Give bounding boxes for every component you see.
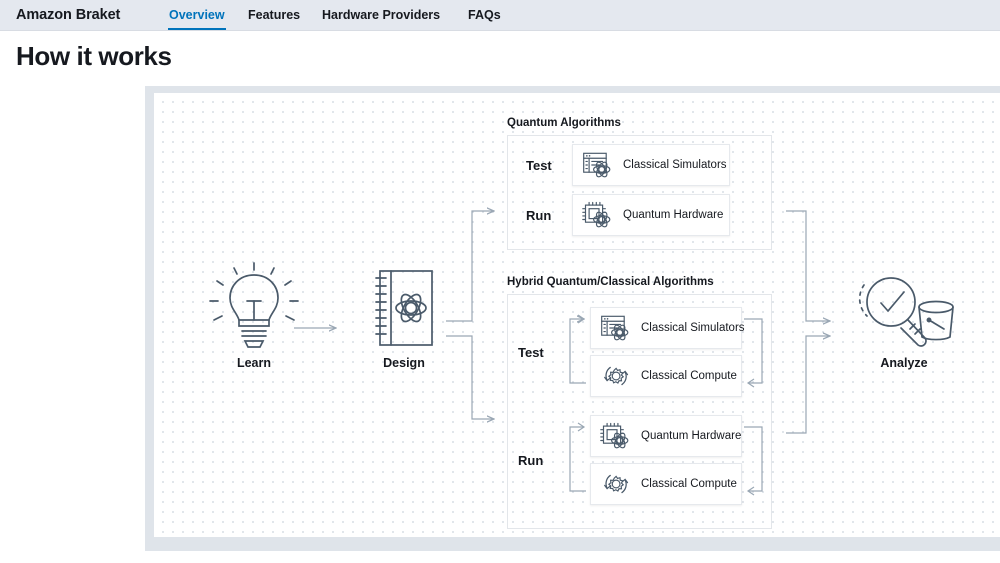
card-label: Quantum Hardware [623, 209, 724, 221]
notebook-atom-icon [375, 270, 433, 346]
card-stack-hybrid-run: Quantum Hardware Classical Compute [590, 415, 742, 505]
card-stack-hybrid-test: Classical Simulators Classical Compute [590, 307, 745, 397]
page-title: How it works [16, 41, 172, 71]
card-quantum-hardware[interactable]: Quantum Hardware [590, 415, 742, 457]
phase-row-quantum-run: Run Quantum Hardware [526, 194, 730, 236]
card-label: Quantum Hardware [641, 430, 742, 442]
stage-label-design: Design [383, 356, 425, 370]
group-box-quantum: Test Classical Simulators Run Quantum Ha… [507, 135, 772, 250]
loop-arrow-run-right [742, 415, 772, 505]
browser-atom-icon [601, 315, 629, 341]
card-classical-compute[interactable]: Classical Compute [590, 355, 742, 397]
phase-label-run: Run [518, 452, 544, 468]
stage-design: Design [344, 265, 464, 370]
card-stack-quantum-test: Classical Simulators [572, 144, 730, 186]
diagram-canvas: Learn Design Analyze Quantum Algorithms … [154, 93, 1000, 537]
phase-label-test: Test [526, 157, 552, 173]
stage-label-analyze: Analyze [880, 356, 928, 370]
card-classical-compute[interactable]: Classical Compute [590, 463, 742, 505]
browser-atom-icon [583, 152, 611, 178]
loop-arrow-test-left [564, 307, 590, 397]
gear-refresh-icon [604, 474, 629, 494]
group-quantum-algorithms: Quantum Algorithms Test Classical Simula… [507, 117, 772, 250]
nav-tab-features[interactable]: Features [248, 8, 300, 22]
nav-tab-hardware-providers[interactable]: Hardware Providers [322, 8, 440, 22]
group-box-hybrid: Test Classical Simulators Classical Comp… [507, 294, 772, 529]
card-quantum-hardware[interactable]: Quantum Hardware [572, 194, 730, 236]
phase-label-run: Run [526, 207, 552, 223]
how-it-works-diagram-frame: Learn Design Analyze Quantum Algorithms … [145, 86, 1000, 551]
phase-label-test: Test [518, 344, 544, 360]
card-label: Classical Compute [641, 370, 737, 382]
card-label: Classical Simulators [641, 322, 745, 334]
card-classical-simulators[interactable]: Classical Simulators [572, 144, 730, 186]
loop-arrow-run-left [564, 415, 590, 505]
card-stack-quantum-run: Quantum Hardware [572, 194, 730, 236]
stage-analyze: Analyze [834, 271, 974, 370]
card-label: Classical Simulators [623, 159, 727, 171]
chip-atom-icon [582, 201, 611, 228]
nav-tab-overview[interactable]: Overview [168, 8, 226, 30]
loop-arrow-test-right [742, 307, 772, 397]
group-hybrid-algorithms: Hybrid Quantum/Classical Algorithms Test [507, 276, 772, 529]
card-label: Classical Compute [641, 478, 737, 490]
group-title-quantum: Quantum Algorithms [507, 117, 621, 129]
phase-row-hybrid-test: Test Classical Simulators Classical Comp… [518, 307, 772, 397]
phase-row-quantum-test: Test Classical Simulators [526, 144, 730, 186]
card-classical-simulators[interactable]: Classical Simulators [590, 307, 745, 349]
chip-atom-icon [600, 422, 629, 449]
stage-label-learn: Learn [236, 356, 272, 370]
magnifier-check-bucket-icon [858, 277, 954, 347]
lightbulb-icon [209, 262, 299, 348]
group-title-hybrid: Hybrid Quantum/Classical Algorithms [507, 276, 714, 288]
nav-tab-faqs[interactable]: FAQs [468, 8, 501, 22]
top-navbar: Amazon Braket Overview Features Hardware… [0, 0, 1000, 31]
gear-refresh-icon [604, 366, 629, 386]
brand-title: Amazon Braket [16, 7, 121, 23]
stage-learn: Learn [189, 261, 319, 370]
phase-row-hybrid-run: Run Quantum Hardware Classical Compute [518, 415, 772, 505]
